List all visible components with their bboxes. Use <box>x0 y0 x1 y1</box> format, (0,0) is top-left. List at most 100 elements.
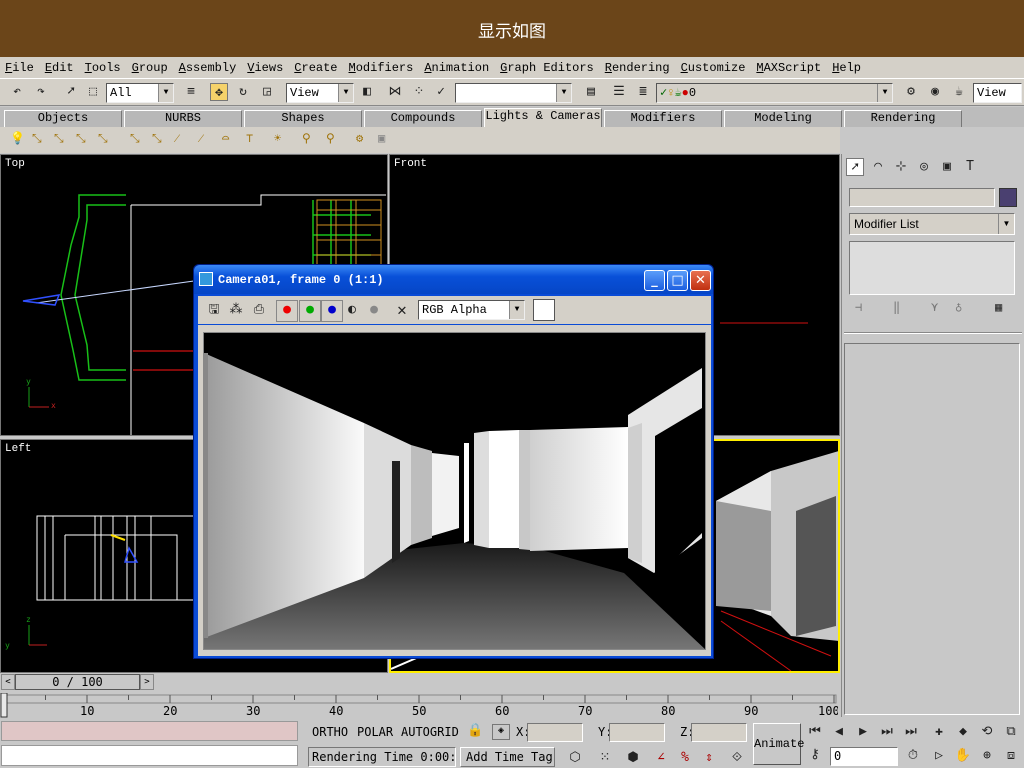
object-name-field[interactable] <box>849 188 995 207</box>
target-direct-icon[interactable]: ⤡ <box>76 131 86 146</box>
array-icon[interactable]: ⁘ <box>410 83 428 101</box>
omni-light-icon[interactable]: 💡 <box>10 131 25 145</box>
named-selection-select[interactable]: ▼ <box>455 83 572 103</box>
menu-create[interactable]: Create <box>294 61 337 75</box>
ortho-toggle[interactable]: ORTHO <box>312 725 348 739</box>
alpha-channel-icon[interactable]: ◐ <box>343 301 361 319</box>
scale-icon[interactable]: ◲ <box>258 83 276 101</box>
layer-select[interactable]: ✓♀☕●0 ▼ <box>656 83 893 103</box>
menu-animation[interactable]: Animation <box>424 61 489 75</box>
frame-window-title-bar[interactable]: Camera01, frame 0 (1:1) _ □ ✕ <box>194 265 713 294</box>
menu-maxscript[interactable]: MAXScript <box>756 61 821 75</box>
select-arrow-icon[interactable]: ➚ <box>62 83 80 101</box>
go-to-end-icon[interactable]: ⏭ <box>902 723 920 741</box>
reference-coord-select[interactable]: View ▼ <box>286 83 354 103</box>
zoom-extents-icon[interactable]: ⟲ <box>978 723 996 741</box>
key-mode-icon[interactable]: ⚷ <box>806 746 824 764</box>
free-direct-icon[interactable]: ⤡ <box>98 131 108 146</box>
menu-modifiers[interactable]: Modifiers <box>349 61 414 75</box>
tab-rendering[interactable]: Rendering <box>844 110 962 127</box>
schematic-icon[interactable]: ⚙ <box>902 83 920 101</box>
x-coord-field[interactable] <box>527 723 583 742</box>
close-button[interactable]: ✕ <box>690 270 711 291</box>
color-swatch[interactable] <box>533 299 555 321</box>
print-icon[interactable]: ⎙ <box>250 301 268 319</box>
menu-tools[interactable]: Tools <box>85 61 121 75</box>
select-region-icon[interactable]: ⬚ <box>84 83 102 101</box>
free-camera-icon[interactable]: ⚲ <box>326 131 335 145</box>
tab-objects[interactable]: Objects <box>4 110 122 127</box>
rotate-icon[interactable]: ↻ <box>234 83 252 101</box>
target-spot-icon[interactable]: ⤡ <box>32 131 42 146</box>
red-channel-icon[interactable]: ● <box>276 300 298 322</box>
photometric-linear-icon[interactable]: ⌓ <box>222 131 229 145</box>
modifier-list-select[interactable]: Modifier List ▼ <box>849 213 1015 235</box>
sunlight-icon[interactable]: ☀ <box>274 131 281 145</box>
mirror-icon[interactable]: ⋈ <box>386 83 404 101</box>
percent-snap-icon[interactable]: % <box>676 749 694 767</box>
lock-icon[interactable]: 🔒 <box>467 723 483 738</box>
previous-frame-icon[interactable]: ◀ <box>830 723 848 741</box>
photometric-area-icon[interactable]: ⊤ <box>246 131 253 145</box>
add-time-tag-button[interactable]: Add Time Tag <box>460 747 555 767</box>
pin-stack-icon[interactable]: ⊣ <box>855 300 862 314</box>
layers-icon[interactable]: ☰ <box>610 83 628 101</box>
blue-channel-icon[interactable]: ● <box>321 300 343 322</box>
menu-file[interactable]: File <box>5 61 34 75</box>
play-icon[interactable]: ▶ <box>854 723 872 741</box>
channel-select[interactable]: RGB Alpha ▼ <box>418 300 525 320</box>
selection-filter-select[interactable]: All ▼ <box>106 83 174 103</box>
select-by-name-icon[interactable]: ≡ <box>182 83 200 101</box>
skylight-icon[interactable]: ⤡ <box>130 131 140 146</box>
tab-modeling[interactable]: Modeling <box>724 110 842 127</box>
maxscript-listener-pink[interactable] <box>1 721 298 741</box>
pivot-icon[interactable]: ◧ <box>358 83 376 101</box>
object-color-swatch[interactable] <box>999 188 1017 207</box>
prev-frame-arrow-icon[interactable]: < <box>1 674 15 690</box>
render-scene-icon[interactable]: ☕ <box>950 83 968 101</box>
tab-nurbs[interactable]: NURBS <box>124 110 242 127</box>
create-tab-icon[interactable]: ➚ <box>846 158 864 176</box>
daylight-icon[interactable]: ⚙ <box>356 131 363 145</box>
menu-assembly[interactable]: Assembly <box>179 61 237 75</box>
maxscript-listener-white[interactable] <box>1 745 298 766</box>
hierarchy-tab-icon[interactable]: ⊹ <box>892 158 910 176</box>
mr-area-omni-icon[interactable]: ⤡ <box>152 131 162 146</box>
make-unique-icon[interactable]: ⋎ <box>931 300 938 314</box>
menu-graph-editors[interactable]: Graph Editors <box>500 61 594 75</box>
utilities-tab-icon[interactable]: T <box>961 158 979 176</box>
modifier-stack[interactable] <box>849 241 1015 295</box>
menu-rendering[interactable]: Rendering <box>605 61 670 75</box>
animate-button[interactable]: Animate <box>753 723 804 765</box>
absolute-mode-icon[interactable]: ◈ <box>492 724 510 740</box>
configure-sets-icon[interactable]: ▦ <box>995 300 1002 314</box>
pan-icon[interactable]: ✋ <box>954 747 972 765</box>
tab-compounds[interactable]: Compounds <box>364 110 482 127</box>
display-tab-icon[interactable]: ▣ <box>938 158 956 176</box>
green-channel-icon[interactable]: ● <box>299 300 321 322</box>
layer-props-icon[interactable]: ≣ <box>634 83 652 101</box>
mr-area-spot-icon[interactable]: ⁄ <box>176 131 178 146</box>
layer-manager-icon[interactable]: ▤ <box>582 83 600 101</box>
tab-modifiers[interactable]: Modifiers <box>604 110 722 127</box>
tab-lights-cameras[interactable]: Lights & Cameras <box>484 108 602 127</box>
field-of-view-icon[interactable]: ▷ <box>930 747 948 765</box>
arc-rotate-icon[interactable]: ⊕ <box>978 747 996 765</box>
window-crossing-icon[interactable]: ⟐ <box>728 749 746 767</box>
motion-tab-icon[interactable]: ◎ <box>915 158 933 176</box>
snaps-toggle-icon[interactable]: ⁙ <box>596 749 614 767</box>
current-frame-field[interactable]: 0 <box>830 747 898 766</box>
remove-modifier-icon[interactable]: ♁ <box>955 300 962 314</box>
polar-toggle[interactable]: POLAR <box>357 725 393 739</box>
next-frame-arrow-icon[interactable]: > <box>140 674 154 690</box>
menu-help[interactable]: Help <box>832 61 861 75</box>
material-editor-icon[interactable]: ◉ <box>926 83 944 101</box>
maximize-viewport-icon[interactable]: ⧈ <box>1002 747 1020 765</box>
menu-views[interactable]: Views <box>247 61 283 75</box>
camera-match-icon[interactable]: ▣ <box>378 131 385 145</box>
move-icon[interactable]: ✥ <box>210 83 228 101</box>
snap-3d-icon[interactable]: ⬢ <box>624 749 642 767</box>
clone-icon[interactable]: ⁂ <box>227 301 245 319</box>
track-bar[interactable]: 10 20 30 40 50 60 70 80 90 100 <box>0 693 840 718</box>
crossing-select-icon[interactable]: ⬡ <box>566 749 584 767</box>
